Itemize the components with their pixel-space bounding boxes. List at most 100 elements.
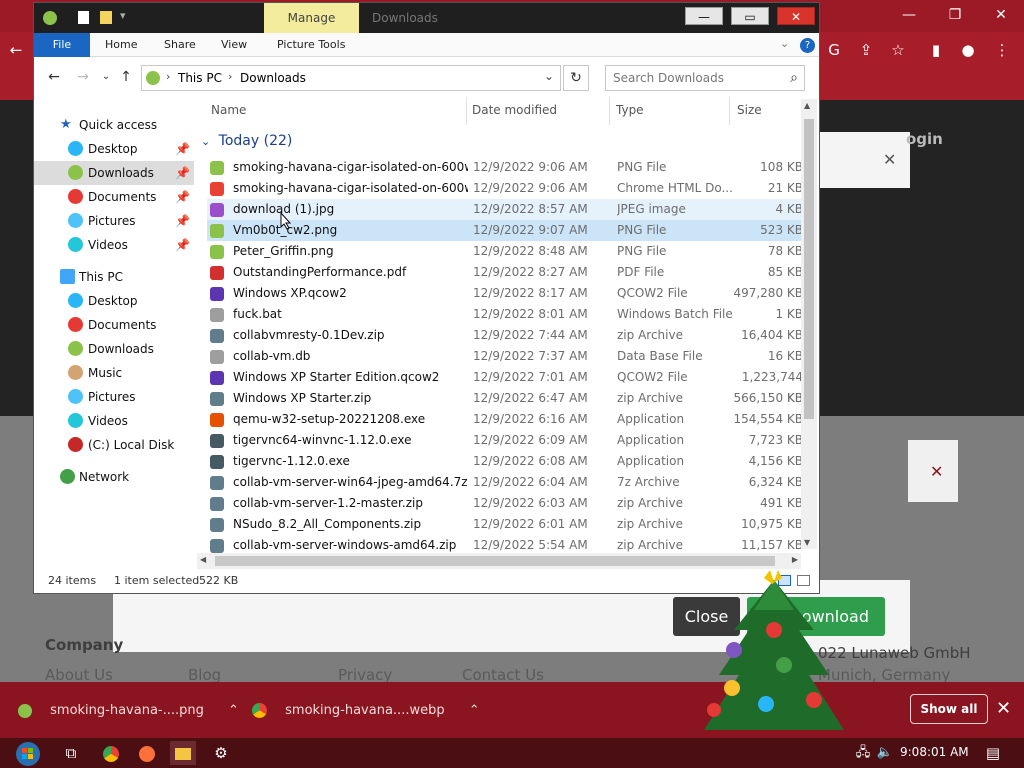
- new-folder-icon[interactable]: [100, 11, 112, 24]
- search-input[interactable]: Search Downloads ⌕: [605, 65, 805, 91]
- chrome-taskbar-icon[interactable]: [98, 741, 124, 765]
- browser-close-button[interactable]: ✕: [978, 0, 1024, 30]
- login-link[interactable]: ogin: [906, 130, 943, 148]
- maximize-button[interactable]: ▭: [731, 7, 769, 25]
- close-window-button[interactable]: ✕: [777, 7, 815, 25]
- file-row[interactable]: collab-vm.db 12/9/2022 7:37 AM Data Base F…: [207, 346, 803, 367]
- shelf-close-icon[interactable]: ✕: [996, 698, 1011, 719]
- file-row[interactable]: Vm0b0t_cw2.png 12/9/2022 9:07 AM PNG File 5…: [207, 220, 803, 241]
- file-row[interactable]: Windows XP Starter.zip 12/9/2022 6:47 AM z…: [207, 388, 803, 409]
- notifications-icon[interactable]: ▤: [980, 741, 1006, 765]
- qat-dropdown-icon[interactable]: ▾: [120, 9, 126, 22]
- file-row[interactable]: smoking-havana-cigar-isolated-on-600w...…: [207, 157, 803, 178]
- minimize-button[interactable]: —: [685, 7, 723, 25]
- file-row[interactable]: qemu-w32-setup-20221208.exe 12/9/2022 6:1…: [207, 409, 803, 430]
- scroll-right-arrow[interactable]: ▶: [792, 555, 798, 564]
- browser-minimize-button[interactable]: —: [886, 0, 932, 30]
- nav-pc-downloads[interactable]: Downloads: [34, 337, 194, 361]
- chevron-up-icon[interactable]: ⌃: [228, 703, 239, 718]
- shelf-item-2[interactable]: smoking-havana....webp ⌃: [252, 700, 480, 722]
- share-icon[interactable]: ⇪: [854, 38, 878, 62]
- tab-home[interactable]: Home: [105, 33, 137, 57]
- show-all-button[interactable]: Show all: [910, 694, 988, 724]
- tab-share[interactable]: Share: [164, 33, 196, 57]
- ribbon-expand-icon[interactable]: ⌄: [780, 37, 789, 50]
- google-icon[interactable]: G: [822, 38, 846, 62]
- nav-network[interactable]: Network: [34, 465, 194, 489]
- address-dropdown-icon[interactable]: ⌄: [544, 69, 554, 83]
- file-row[interactable]: tigervnc64-winvnc-1.12.0.exe 12/9/2022 6:…: [207, 430, 803, 451]
- volume-icon[interactable]: 🔈: [872, 741, 898, 765]
- file-row[interactable]: tigervnc-1.12.0.exe 12/9/2022 6:08 AM Appl…: [207, 451, 803, 472]
- back-button[interactable]: ←: [44, 67, 64, 87]
- nav-quick-access[interactable]: ★ Quick access: [34, 113, 194, 137]
- collapse-chevron-icon[interactable]: ⌄: [201, 135, 210, 148]
- notice-close-icon[interactable]: ✕: [930, 462, 943, 481]
- nav-this-pc[interactable]: This PC: [34, 265, 194, 289]
- clock[interactable]: 9:08:01 AM: [900, 745, 969, 759]
- nav-pc-local-disk[interactable]: (C:) Local Disk: [34, 433, 194, 457]
- file-row[interactable]: download (1).jpg 12/9/2022 8:57 AM JPEG im…: [207, 199, 803, 220]
- help-icon[interactable]: ?: [800, 38, 815, 53]
- recent-locations-icon[interactable]: ⌄: [96, 67, 116, 87]
- scroll-left-arrow[interactable]: ◀: [200, 555, 206, 564]
- nav-quick-videos[interactable]: Videos 📌: [34, 233, 194, 257]
- breadcrumb-this-pc[interactable]: This PC: [178, 71, 222, 85]
- vertical-scroll-thumb[interactable]: [804, 119, 814, 419]
- scroll-up-arrow[interactable]: ▲: [804, 101, 810, 110]
- file-row[interactable]: fuck.bat 12/9/2022 8:01 AM Windows Batch F…: [207, 304, 803, 325]
- firefox-taskbar-icon[interactable]: [134, 741, 160, 765]
- column-size[interactable]: Size: [737, 103, 762, 117]
- breadcrumb-chevron-icon[interactable]: ›: [228, 70, 232, 83]
- nav-quick-documents[interactable]: Documents 📌: [34, 185, 194, 209]
- horizontal-scrollbar[interactable]: ◀ ▶: [197, 553, 801, 569]
- file-row[interactable]: Windows XP Starter Edition.qcow2 12/9/202…: [207, 367, 803, 405]
- nav-quick-desktop[interactable]: Desktop 📌: [34, 137, 194, 161]
- start-button[interactable]: [12, 741, 44, 766]
- profile-icon[interactable]: ●: [956, 38, 980, 62]
- column-date-modified[interactable]: Date modified: [472, 103, 557, 117]
- nav-pc-music[interactable]: Music: [34, 361, 194, 385]
- up-button[interactable]: ↑: [116, 67, 136, 87]
- vertical-scrollbar[interactable]: ▲ ▼: [801, 99, 817, 549]
- nav-quick-downloads[interactable]: Downloads 📌: [34, 161, 194, 185]
- column-divider[interactable]: [609, 97, 610, 125]
- nav-pc-pictures[interactable]: Pictures: [34, 385, 194, 409]
- file-row[interactable]: Peter_Griffin.png 12/9/2022 8:48 AM PNG Fi…: [207, 241, 803, 262]
- breadcrumb-chevron-icon[interactable]: ›: [166, 70, 170, 83]
- forward-button[interactable]: →: [73, 67, 93, 87]
- file-row[interactable]: collab-vm-server-1.2-master.zip 12/9/2022…: [207, 493, 803, 514]
- column-divider[interactable]: [466, 97, 467, 125]
- file-row[interactable]: OutstandingPerformance.pdf 12/9/2022 8:27…: [207, 262, 803, 283]
- nav-pc-desktop[interactable]: Desktop: [34, 289, 194, 313]
- properties-icon[interactable]: [78, 11, 89, 24]
- nav-pc-videos[interactable]: Videos: [34, 409, 194, 433]
- column-name[interactable]: Name: [211, 103, 246, 117]
- tab-view[interactable]: View: [221, 33, 247, 57]
- refresh-button[interactable]: ↻: [563, 65, 589, 91]
- pin-icon[interactable]: 📌: [175, 137, 190, 161]
- modal-close-icon[interactable]: ✕: [883, 150, 896, 169]
- address-bar[interactable]: › This PC › Downloads ⌄: [141, 65, 561, 91]
- file-row[interactable]: Windows XP.qcow2 12/9/2022 8:17 AM QCOW2 F…: [207, 283, 803, 304]
- group-header[interactable]: ⌄ Today (22): [201, 133, 292, 149]
- task-view-icon[interactable]: ⧉: [58, 741, 84, 765]
- pin-icon[interactable]: 📌: [175, 233, 190, 257]
- file-row[interactable]: NSudo_8.2_All_Components.zip 12/9/2022 6:…: [207, 514, 803, 535]
- column-type[interactable]: Type: [616, 103, 644, 117]
- chevron-up-icon[interactable]: ⌃: [469, 703, 480, 718]
- tab-file[interactable]: File: [34, 33, 90, 57]
- nav-pc-documents[interactable]: Documents: [34, 313, 194, 337]
- browser-maximize-button[interactable]: ❐: [932, 0, 978, 30]
- back-icon[interactable]: ←: [4, 38, 28, 62]
- menu-kebab-icon[interactable]: ⋮: [990, 38, 1014, 62]
- file-row[interactable]: smoking-havana-cigar-isolated-on-600w...…: [207, 178, 803, 199]
- column-divider[interactable]: [729, 97, 730, 125]
- file-explorer-taskbar-icon[interactable]: [170, 741, 196, 765]
- pin-icon[interactable]: 📌: [175, 209, 190, 233]
- scroll-down-arrow[interactable]: ▼: [804, 538, 810, 547]
- sidebar-icon[interactable]: ▮: [924, 38, 948, 62]
- file-row[interactable]: collabvmresty-0.1Dev.zip 12/9/2022 7:44 A…: [207, 325, 803, 346]
- tab-picture-tools[interactable]: Picture Tools: [277, 33, 345, 57]
- breadcrumb-downloads[interactable]: Downloads: [240, 71, 306, 85]
